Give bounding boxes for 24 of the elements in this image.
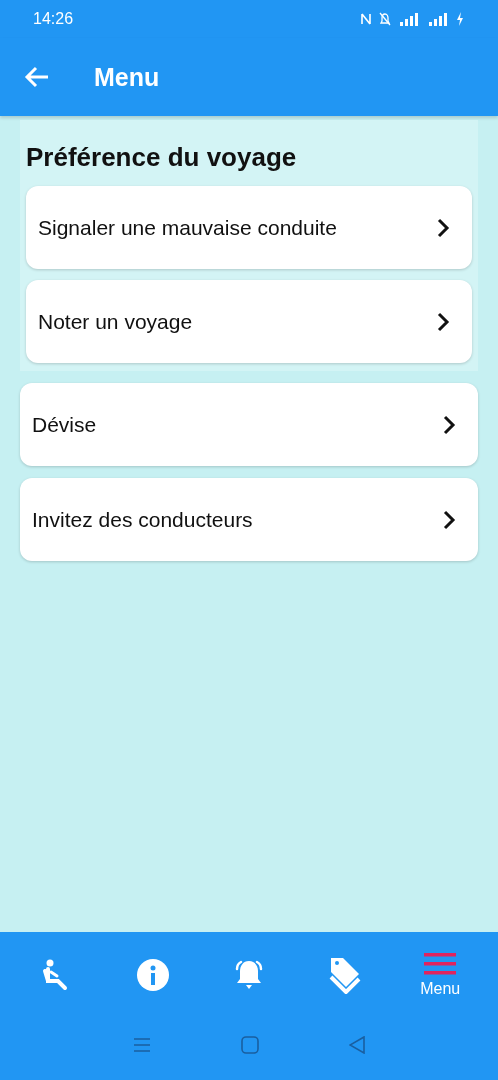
- chevron-right-icon: [436, 217, 450, 238]
- app-bar-title: Menu: [94, 62, 160, 92]
- menu-item[interactable]: Noter un voyage: [26, 280, 472, 363]
- signal-icon: [398, 12, 420, 26]
- menu-icon: [424, 951, 457, 976]
- recents-icon[interactable]: [133, 1036, 151, 1053]
- tags-icon: [327, 955, 362, 994]
- section-title: Préférence du voyage: [26, 142, 298, 173]
- menu-item[interactable]: Dévise: [20, 383, 478, 466]
- info-icon: [136, 957, 171, 992]
- status-time: 14:26: [33, 10, 74, 28]
- home-icon[interactable]: [241, 1035, 259, 1054]
- muted-bell-icon: [379, 12, 391, 26]
- chevron-right-icon: [442, 509, 456, 530]
- chevron-right-icon: [442, 414, 456, 435]
- menu-item[interactable]: Invitez des conducteurs: [20, 478, 478, 561]
- nav-label: Menu: [420, 979, 461, 998]
- menu-item[interactable]: Signaler une mauvaise conduite: [26, 186, 472, 269]
- signal-icon: [427, 12, 449, 26]
- charging-icon: [456, 12, 464, 26]
- back-icon[interactable]: [349, 1035, 365, 1054]
- nfc-icon: [360, 12, 372, 26]
- chevron-right-icon: [436, 311, 450, 332]
- back-arrow-icon[interactable]: [24, 66, 50, 88]
